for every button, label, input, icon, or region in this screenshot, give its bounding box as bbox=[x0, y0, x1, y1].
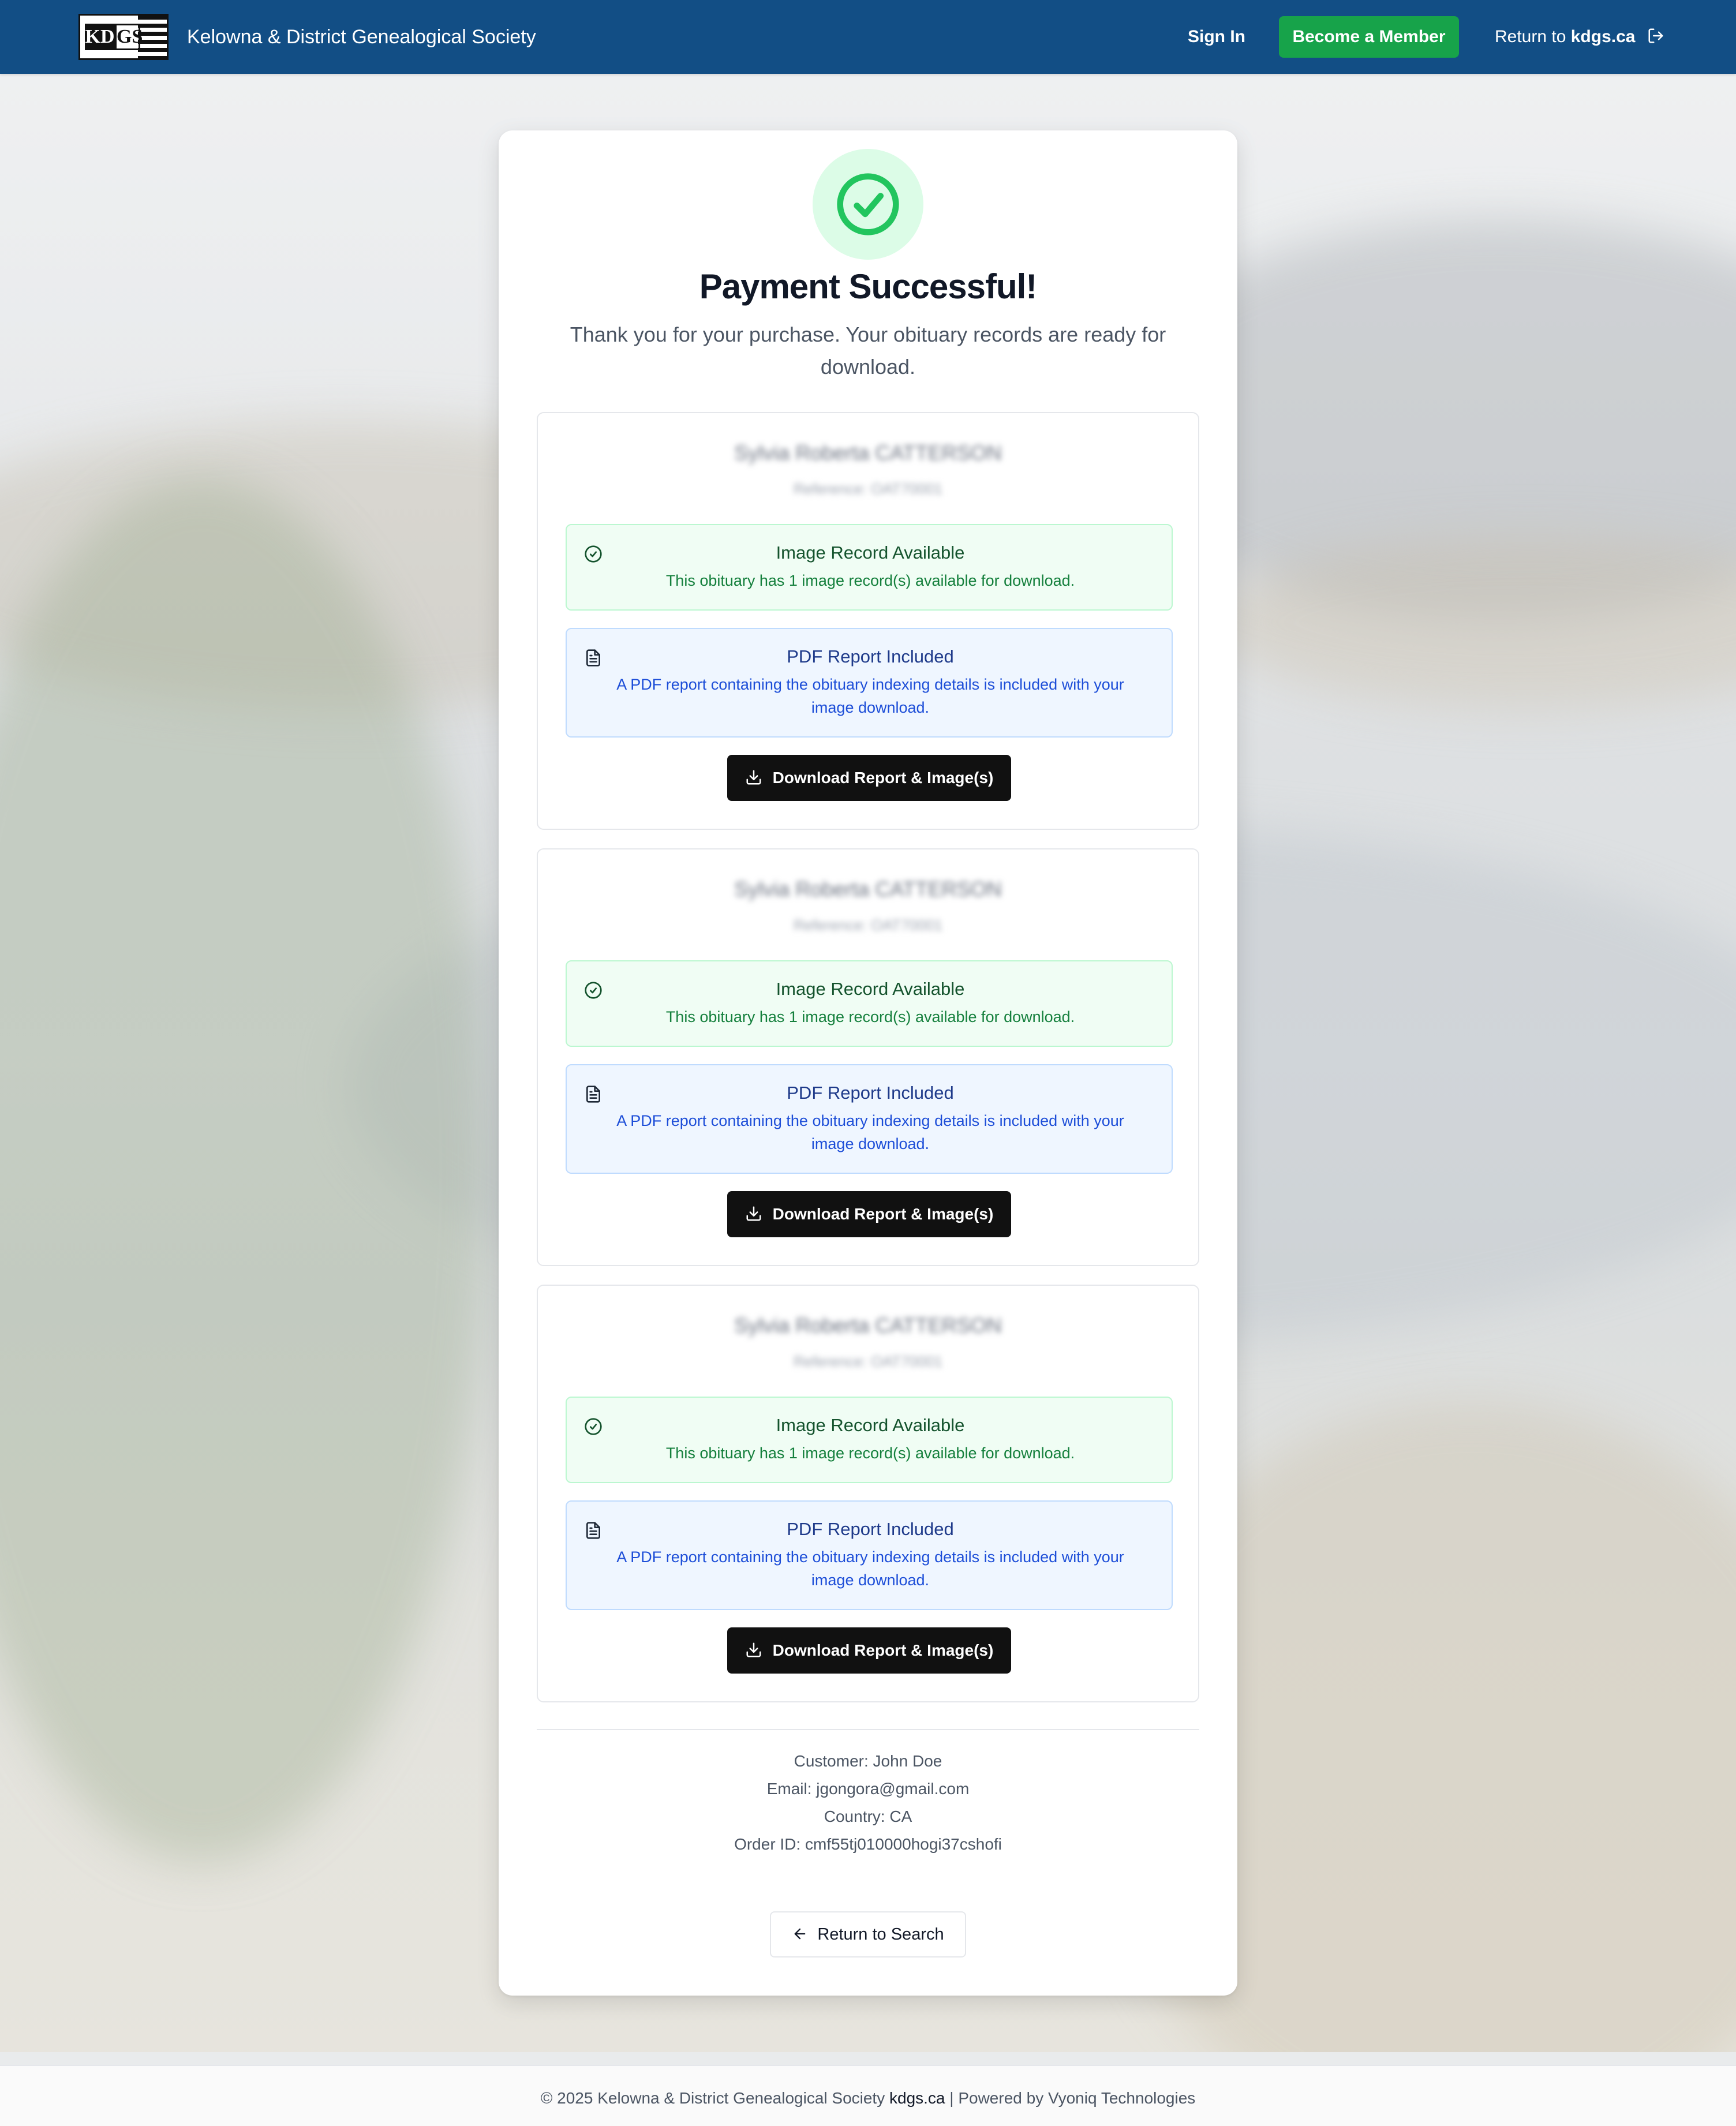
download-icon bbox=[746, 770, 761, 785]
download-icon bbox=[746, 1206, 761, 1221]
image-alert-text: This obituary has 1 image record(s) avai… bbox=[665, 1444, 1075, 1462]
return-to-search-button[interactable]: Return to Search bbox=[770, 1911, 966, 1957]
section-divider bbox=[537, 1729, 1199, 1730]
file-text-icon bbox=[586, 649, 600, 667]
circle-check-icon bbox=[585, 982, 602, 999]
page-subtitle: Thank you for your purchase. Your obitua… bbox=[570, 323, 1166, 379]
sign-in-link[interactable]: Sign In bbox=[1177, 0, 1256, 74]
customer-email: Email: jgongora@gmail.com bbox=[766, 1780, 970, 1798]
download-report-button[interactable]: Download Report & Image(s) bbox=[727, 1191, 1011, 1237]
pdf-included-alert: PDF Report Included A PDF report contain… bbox=[566, 628, 1173, 738]
record-reference: Reference: OAT70001 bbox=[793, 1353, 943, 1370]
pdf-alert-text: A PDF report containing the obituary ind… bbox=[616, 1548, 1124, 1589]
image-alert-title: Image Record Available bbox=[776, 1415, 965, 1435]
circle-check-icon bbox=[585, 1418, 602, 1435]
check-circle-icon bbox=[837, 173, 899, 235]
success-badge bbox=[813, 149, 923, 260]
top-navbar: KD GS Kelowna & District Genealogical So… bbox=[0, 0, 1736, 74]
arrow-left-icon bbox=[795, 1928, 806, 1940]
obituary-record-card: Sylvia Roberta CATTERSON Reference: OAT7… bbox=[537, 412, 1199, 830]
record-reference: Reference: OAT70001 bbox=[793, 480, 943, 497]
pdf-alert-text: A PDF report containing the obituary ind… bbox=[616, 676, 1124, 716]
log-out-icon bbox=[1648, 28, 1663, 43]
pdf-included-alert: PDF Report Included A PDF report contain… bbox=[566, 1500, 1173, 1610]
image-alert-text: This obituary has 1 image record(s) avai… bbox=[665, 572, 1075, 589]
customer-country: Country: CA bbox=[824, 1807, 912, 1825]
page-footer: © 2025 Kelowna & District Genealogical S… bbox=[0, 2065, 1736, 2126]
record-reference: Reference: OAT70001 bbox=[793, 916, 943, 934]
pdf-alert-title: PDF Report Included bbox=[787, 1519, 954, 1539]
image-alert-title: Image Record Available bbox=[776, 979, 965, 999]
image-alert-text: This obituary has 1 image record(s) avai… bbox=[665, 1008, 1075, 1025]
record-name: Sylvia Roberta CATTERSON bbox=[734, 441, 1002, 465]
kdgs-logo[interactable]: KD GS bbox=[78, 14, 169, 60]
record-name: Sylvia Roberta CATTERSON bbox=[734, 877, 1002, 901]
return-to-site-link[interactable]: Return to kdgs.ca bbox=[1495, 0, 1664, 74]
image-available-alert: Image Record Available This obituary has… bbox=[566, 1397, 1173, 1483]
download-report-button[interactable]: Download Report & Image(s) bbox=[727, 755, 1011, 801]
footer-text: © 2025 Kelowna & District Genealogical S… bbox=[540, 2089, 1196, 2107]
order-id: Order ID: cmf55tj010000hogi37cshofi bbox=[734, 1835, 1002, 1853]
pdf-alert-title: PDF Report Included bbox=[787, 646, 954, 667]
image-available-alert: Image Record Available This obituary has… bbox=[566, 960, 1173, 1047]
record-name: Sylvia Roberta CATTERSON bbox=[734, 1313, 1002, 1337]
pdf-alert-text: A PDF report containing the obituary ind… bbox=[616, 1112, 1124, 1152]
obituary-record-card: Sylvia Roberta CATTERSON Reference: OAT7… bbox=[537, 1285, 1199, 1702]
pdf-alert-title: PDF Report Included bbox=[787, 1083, 954, 1103]
image-alert-title: Image Record Available bbox=[776, 542, 965, 563]
obituary-record-card: Sylvia Roberta CATTERSON Reference: OAT7… bbox=[537, 848, 1199, 1266]
footer-site-link[interactable]: kdgs.ca bbox=[889, 2089, 945, 2107]
download-icon bbox=[746, 1642, 761, 1657]
become-member-button[interactable]: Become a Member bbox=[1279, 16, 1459, 58]
download-report-button[interactable]: Download Report & Image(s) bbox=[727, 1627, 1011, 1674]
circle-check-icon bbox=[585, 545, 602, 563]
pdf-included-alert: PDF Report Included A PDF report contain… bbox=[566, 1064, 1173, 1174]
file-text-icon bbox=[586, 1522, 600, 1539]
site-title[interactable]: Kelowna & District Genealogical Society bbox=[187, 0, 536, 74]
payment-success-card: Payment Successful! Thank you for your p… bbox=[499, 130, 1237, 1996]
customer-name: Customer: John Doe bbox=[794, 1752, 942, 1770]
page-title: Payment Successful! bbox=[699, 267, 1038, 306]
file-text-icon bbox=[586, 1086, 600, 1103]
image-available-alert: Image Record Available This obituary has… bbox=[566, 524, 1173, 611]
